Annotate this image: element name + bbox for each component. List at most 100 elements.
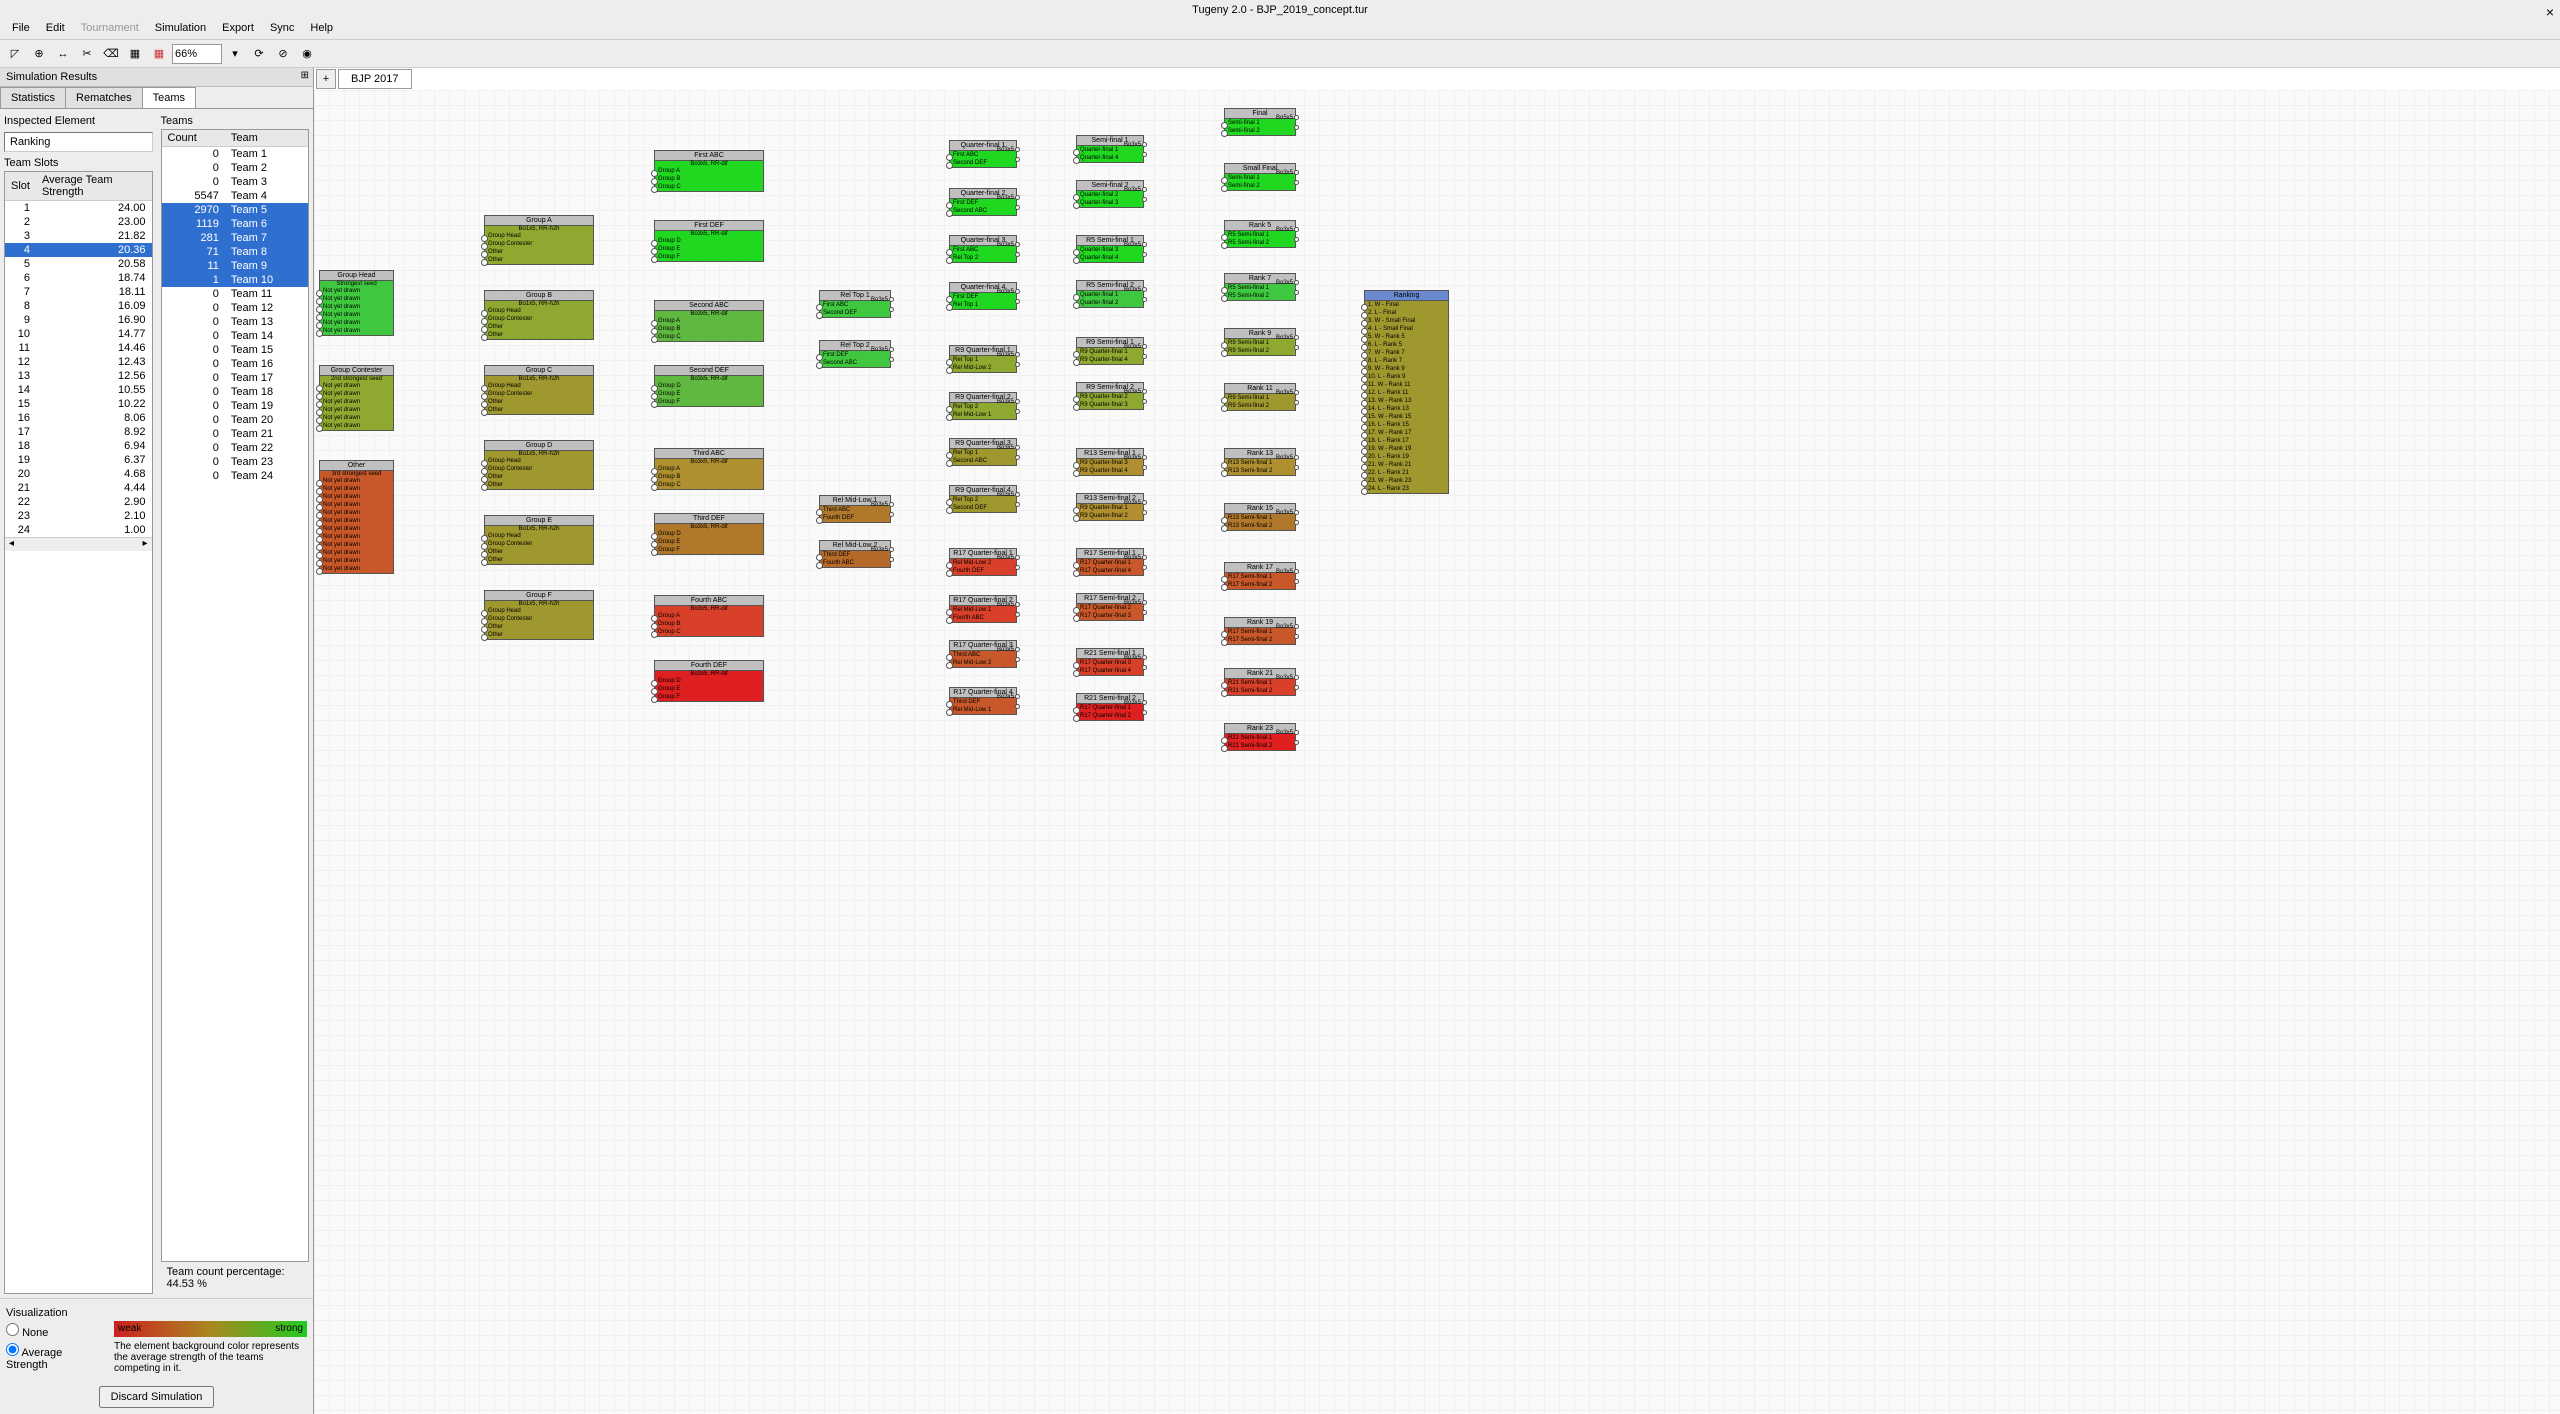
table-row[interactable]: 0Team 1 bbox=[162, 147, 309, 162]
node-r9sf2[interactable]: R9 Semi-final 2R9 Quarter-final 2R9 Quar… bbox=[1076, 382, 1144, 410]
node-r13sf2[interactable]: R13 Semi-final 2R9 Quarter-final 1R9 Qua… bbox=[1076, 493, 1144, 521]
table-row[interactable]: 0Team 23 bbox=[162, 455, 309, 469]
table-row[interactable]: 222.90 bbox=[5, 495, 152, 509]
cursor-icon[interactable]: ◸ bbox=[4, 43, 26, 65]
node-qf4[interactable]: Quarter-final 4First DEFRel Top 1Bo3x5 bbox=[949, 282, 1017, 310]
node-seed_other[interactable]: Other3rd strongest seedNot yet drawnNot … bbox=[319, 460, 394, 574]
table-row[interactable]: 186.94 bbox=[5, 439, 152, 453]
table-row[interactable]: 11Team 9 bbox=[162, 259, 309, 273]
node-r9qf2[interactable]: R9 Quarter-final 2Rel Top 2Rel Mid-Low 1… bbox=[949, 392, 1017, 420]
node-r7[interactable]: Rank 7R5 Semi-final 1R5 Semi-final 2Bo3x… bbox=[1224, 273, 1296, 301]
node-r17qf4[interactable]: R17 Quarter-final 4Third DEFRel Mid-Low … bbox=[949, 687, 1017, 715]
canvas-area[interactable]: + BJP 2017 Group HeadStrongest seedNot y… bbox=[314, 68, 2560, 1414]
hscroll[interactable]: ◂▸ bbox=[5, 537, 152, 551]
node-sf1[interactable]: Semi-final 1Quarter-final 1Quarter-final… bbox=[1076, 135, 1144, 163]
node-group_b[interactable]: Group BBo1x5, RR-h2hGroup HeadGroup Cont… bbox=[484, 290, 594, 340]
menu-help[interactable]: Help bbox=[302, 20, 341, 39]
node-group_a[interactable]: Group ABo1x5, RR-h2hGroup HeadGroup Cont… bbox=[484, 215, 594, 265]
expand-icon[interactable]: ⊞ bbox=[301, 70, 309, 81]
table-row[interactable]: 1510.22 bbox=[5, 397, 152, 411]
table-row[interactable]: 214.44 bbox=[5, 481, 152, 495]
node-r21sf1[interactable]: R21 Semi-final 1R17 Quarter-final 3R17 Q… bbox=[1076, 648, 1144, 676]
node-rel_ml2[interactable]: Rel Mid-Low 2Third DEFFourth ABCBo3x5 bbox=[819, 540, 891, 568]
table-row[interactable]: 0Team 16 bbox=[162, 357, 309, 371]
node-rel_ml1[interactable]: Rel Mid-Low 1Third ABCFourth DEFBo3x5 bbox=[819, 495, 891, 523]
node-r5sf1[interactable]: R5 Semi-final 1Quarter-final 3Quarter-fi… bbox=[1076, 235, 1144, 263]
table-row[interactable]: 0Team 15 bbox=[162, 343, 309, 357]
table-row[interactable]: 0Team 22 bbox=[162, 441, 309, 455]
node-ranking[interactable]: Ranking1. W - Final2. L - Final3. W - Sm… bbox=[1364, 290, 1449, 494]
node-r11[interactable]: Rank 11R9 Semi-final 1R9 Semi-final 2Bo3… bbox=[1224, 383, 1296, 411]
add-tab-icon[interactable]: + bbox=[316, 69, 336, 89]
col-count[interactable]: Count bbox=[162, 130, 225, 147]
teams-table[interactable]: Count Team 0Team 10Team 20Team 35547Team… bbox=[161, 129, 310, 1262]
tab-statistics[interactable]: Statistics bbox=[0, 87, 66, 108]
node-qf1[interactable]: Quarter-final 1First ABCSecond DEFBo3x5 bbox=[949, 140, 1017, 168]
node-group_c[interactable]: Group CBo1x5, RR-h2hGroup HeadGroup Cont… bbox=[484, 365, 594, 415]
menu-edit[interactable]: Edit bbox=[38, 20, 73, 39]
table-row[interactable]: 321.82 bbox=[5, 229, 152, 243]
menu-tournament[interactable]: Tournament bbox=[73, 20, 147, 39]
cancel-icon[interactable]: ⊘ bbox=[272, 43, 294, 65]
col-slot[interactable]: Slot bbox=[5, 172, 36, 201]
node-group_f[interactable]: Group FBo1x5, RR-h2hGroup HeadGroup Cont… bbox=[484, 590, 594, 640]
node-rel_top1[interactable]: Rel Top 1First ABCSecond DEFBo3x5 bbox=[819, 290, 891, 318]
node-r23[interactable]: Rank 23R21 Semi-final 1R21 Semi-final 2B… bbox=[1224, 723, 1296, 751]
node-second_def[interactable]: Second DEFBo3x5, RR-difGroup DGroup EGro… bbox=[654, 365, 764, 407]
table-row[interactable]: 0Team 19 bbox=[162, 399, 309, 413]
table-row[interactable]: 420.36 bbox=[5, 243, 152, 257]
node-r17qf1[interactable]: R17 Quarter-final 1Rel Mid-Low 2Fourth D… bbox=[949, 548, 1017, 576]
node-r17qf2[interactable]: R17 Quarter-final 2Rel Mid-Low 1Fourth A… bbox=[949, 595, 1017, 623]
table-row[interactable]: 0Team 13 bbox=[162, 315, 309, 329]
table-row[interactable]: 1114.46 bbox=[5, 341, 152, 355]
menu-file[interactable]: File bbox=[4, 20, 38, 39]
node-r19[interactable]: Rank 19R17 Semi-final 1R17 Semi-final 2B… bbox=[1224, 617, 1296, 645]
table-row[interactable]: 5547Team 4 bbox=[162, 189, 309, 203]
table-row[interactable]: 1014.77 bbox=[5, 327, 152, 341]
vis-none[interactable]: None bbox=[6, 1321, 106, 1341]
table-row[interactable]: 0Team 18 bbox=[162, 385, 309, 399]
discard-button[interactable]: Discard Simulation bbox=[99, 1386, 215, 1408]
link-icon[interactable]: ↔ bbox=[52, 43, 74, 65]
eraser-icon[interactable]: ⌫ bbox=[100, 43, 122, 65]
node-r9[interactable]: Rank 9R9 Semi-final 1R9 Semi-final 2Bo3x… bbox=[1224, 328, 1296, 356]
menu-sync[interactable]: Sync bbox=[262, 20, 302, 39]
globe-icon[interactable]: ◉ bbox=[296, 43, 318, 65]
table-row[interactable]: 0Team 3 bbox=[162, 175, 309, 189]
node-r5sf2[interactable]: R5 Semi-final 2Quarter-final 1Quarter-fi… bbox=[1076, 280, 1144, 308]
table-row[interactable]: 223.00 bbox=[5, 215, 152, 229]
node-r17sf2[interactable]: R17 Semi-final 2R17 Quarter-final 2R17 Q… bbox=[1076, 593, 1144, 621]
node-seed_cont[interactable]: Group Contester2nd strongest seedNot yet… bbox=[319, 365, 394, 431]
refresh-icon[interactable]: ⟳ bbox=[248, 43, 270, 65]
tab-teams[interactable]: Teams bbox=[142, 87, 196, 108]
node-group_d[interactable]: Group DBo1x5, RR-h2hGroup HeadGroup Cont… bbox=[484, 440, 594, 490]
menu-simulation[interactable]: Simulation bbox=[147, 20, 214, 39]
canvas[interactable]: Group HeadStrongest seedNot yet drawnNot… bbox=[314, 90, 2560, 1414]
table-row[interactable]: 1212.43 bbox=[5, 355, 152, 369]
table-row[interactable]: 0Team 17 bbox=[162, 371, 309, 385]
table-row[interactable]: 618.74 bbox=[5, 271, 152, 285]
node-r17sf1[interactable]: R17 Semi-final 1R17 Quarter-final 1R17 Q… bbox=[1076, 548, 1144, 576]
node-qf2[interactable]: Quarter-final 2First DEFSecond ABCBo3x5 bbox=[949, 188, 1017, 216]
table-row[interactable]: 241.00 bbox=[5, 523, 152, 537]
node-sf2[interactable]: Semi-final 2Quarter-final 2Quarter-final… bbox=[1076, 180, 1144, 208]
node-r9sf1[interactable]: R9 Semi-final 1R9 Quarter-final 1R9 Quar… bbox=[1076, 337, 1144, 365]
node-r15[interactable]: Rank 15R13 Semi-final 1R13 Semi-final 2B… bbox=[1224, 503, 1296, 531]
canvas-tab[interactable]: BJP 2017 bbox=[338, 69, 412, 89]
node-r9qf4[interactable]: R9 Quarter-final 4Rel Top 2Second DEFBo3… bbox=[949, 485, 1017, 513]
table-row[interactable]: 0Team 24 bbox=[162, 469, 309, 483]
node-r17[interactable]: Rank 17R17 Semi-final 1R17 Semi-final 2B… bbox=[1224, 562, 1296, 590]
table-row[interactable]: 232.10 bbox=[5, 509, 152, 523]
table-row[interactable]: 0Team 2 bbox=[162, 161, 309, 175]
menu-export[interactable]: Export bbox=[214, 20, 262, 39]
node-third_abc[interactable]: Third ABCBo3x5, RR-difGroup AGroup BGrou… bbox=[654, 448, 764, 490]
node-r9qf1[interactable]: R9 Quarter-final 1Rel Top 1Rel Mid-Low 2… bbox=[949, 345, 1017, 373]
table-row[interactable]: 0Team 14 bbox=[162, 329, 309, 343]
slots-table[interactable]: Slot Average Team Strength 124.00223.003… bbox=[4, 171, 153, 1294]
zoom-field[interactable] bbox=[172, 44, 222, 64]
node-r5[interactable]: Rank 5R5 Semi-final 1R5 Semi-final 2Bo3x… bbox=[1224, 220, 1296, 248]
table-row[interactable]: 0Team 12 bbox=[162, 301, 309, 315]
node-group_e[interactable]: Group EBo1x5, RR-h2hGroup HeadGroup Cont… bbox=[484, 515, 594, 565]
node-seed_head[interactable]: Group HeadStrongest seedNot yet drawnNot… bbox=[319, 270, 394, 336]
cut-icon[interactable]: ✂ bbox=[76, 43, 98, 65]
